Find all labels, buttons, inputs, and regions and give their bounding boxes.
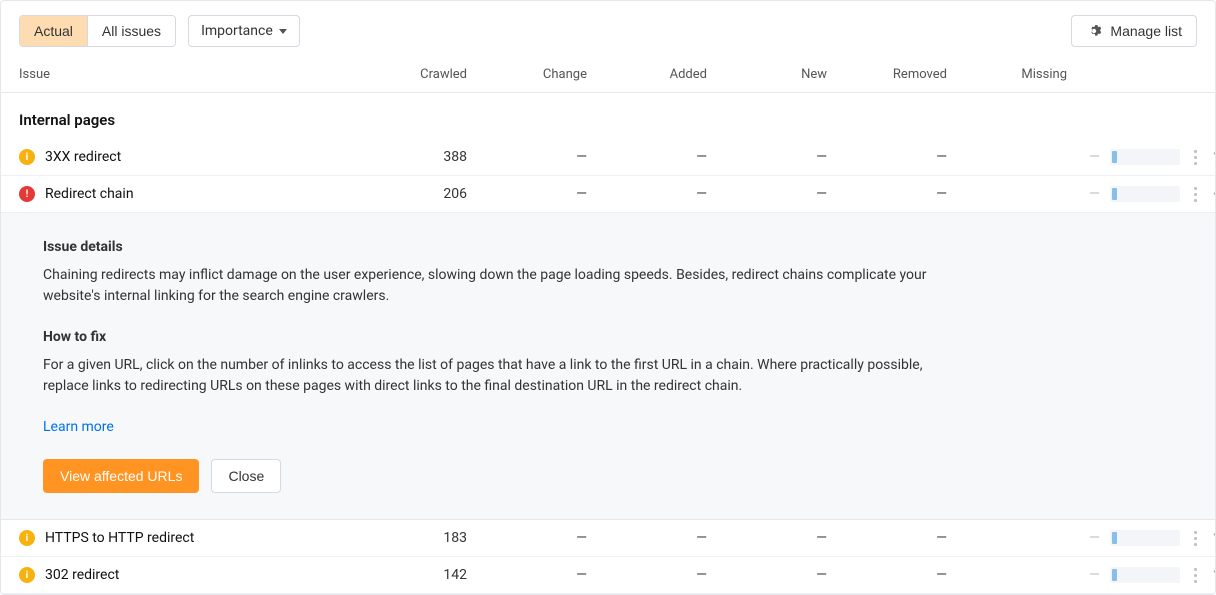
change-value: — [489, 149, 609, 165]
expand-toggle[interactable] [1212, 185, 1216, 203]
close-button[interactable]: Close [211, 459, 281, 493]
manage-label: Manage list [1110, 23, 1182, 39]
crawled-value: 206 [369, 186, 489, 202]
row-menu-icon[interactable] [1190, 566, 1202, 584]
howtofix-heading: How to fix [43, 329, 1195, 345]
removed-value: — [849, 149, 969, 165]
change-value: — [489, 186, 609, 202]
crawled-value: 183 [369, 530, 489, 546]
added-value: — [609, 186, 729, 202]
view-affected-urls-button[interactable]: View affected URLs [43, 459, 199, 493]
tab-actual[interactable]: Actual [20, 16, 87, 46]
chevron-down-icon [1212, 566, 1216, 580]
new-value: — [729, 186, 849, 202]
issues-panel: Actual All issues Importance Manage list… [0, 0, 1216, 595]
howtofix-body: For a given URL, click on the number of … [43, 355, 943, 397]
removed-value: — [849, 530, 969, 546]
col-crawled: Crawled [369, 67, 489, 82]
table-row[interactable]: i 302 redirect 142 — — — — — [1, 557, 1215, 594]
missing-bar [1110, 186, 1180, 202]
issue-name: 3XX redirect [45, 149, 121, 165]
table-row[interactable]: i 3XX redirect 388 — — — — — [1, 139, 1215, 176]
issue-details: Issue details Chaining redirects may inf… [1, 213, 1215, 520]
manage-list-button[interactable]: Manage list [1071, 15, 1197, 47]
col-change: Change [489, 67, 609, 82]
expand-toggle[interactable] [1212, 566, 1216, 584]
missing-value: — [1089, 530, 1100, 546]
new-value: — [729, 530, 849, 546]
expand-toggle[interactable] [1212, 148, 1216, 166]
row-menu-icon[interactable] [1190, 185, 1202, 203]
missing-value: — [1089, 186, 1100, 202]
crawled-value: 388 [369, 149, 489, 165]
col-removed: Removed [849, 67, 969, 82]
new-value: — [729, 149, 849, 165]
col-new: New [729, 67, 849, 82]
missing-bar [1110, 149, 1180, 165]
missing-bar [1110, 530, 1180, 546]
expand-toggle[interactable] [1212, 529, 1216, 547]
details-body: Chaining redirects may inflict damage on… [43, 265, 943, 307]
chevron-down-icon [1212, 148, 1216, 162]
issue-name: Redirect chain [45, 186, 134, 202]
severity-icon: i [19, 149, 35, 165]
row-menu-icon[interactable] [1190, 148, 1202, 166]
col-added: Added [609, 67, 729, 82]
table-row[interactable]: i HTTPS to HTTP redirect 183 — — — — — [1, 520, 1215, 557]
severity-icon: ! [19, 186, 35, 202]
chevron-up-icon [1212, 185, 1216, 199]
caret-down-icon [279, 29, 287, 34]
gear-icon [1086, 23, 1102, 39]
missing-value: — [1089, 149, 1100, 165]
added-value: — [609, 530, 729, 546]
view-toggle: Actual All issues [19, 15, 176, 47]
col-missing: Missing [969, 67, 1089, 82]
sort-dropdown[interactable]: Importance [188, 15, 300, 47]
row-menu-icon[interactable] [1190, 529, 1202, 547]
sort-label: Importance [201, 23, 273, 39]
section-title: Internal pages [1, 93, 1215, 139]
table-row[interactable]: ! Redirect chain 206 — — — — — [1, 176, 1215, 213]
severity-icon: i [19, 530, 35, 546]
chevron-down-icon [1212, 529, 1216, 543]
added-value: — [609, 149, 729, 165]
toolbar: Actual All issues Importance Manage list [1, 1, 1215, 57]
change-value: — [489, 530, 609, 546]
tab-all-issues[interactable]: All issues [87, 16, 175, 46]
learn-more-link[interactable]: Learn more [43, 419, 114, 435]
issue-name: HTTPS to HTTP redirect [45, 530, 194, 546]
removed-value: — [849, 186, 969, 202]
col-issue: Issue [19, 67, 369, 82]
table-header: Issue Crawled Change Added New Removed M… [1, 57, 1215, 93]
details-heading: Issue details [43, 239, 1195, 255]
